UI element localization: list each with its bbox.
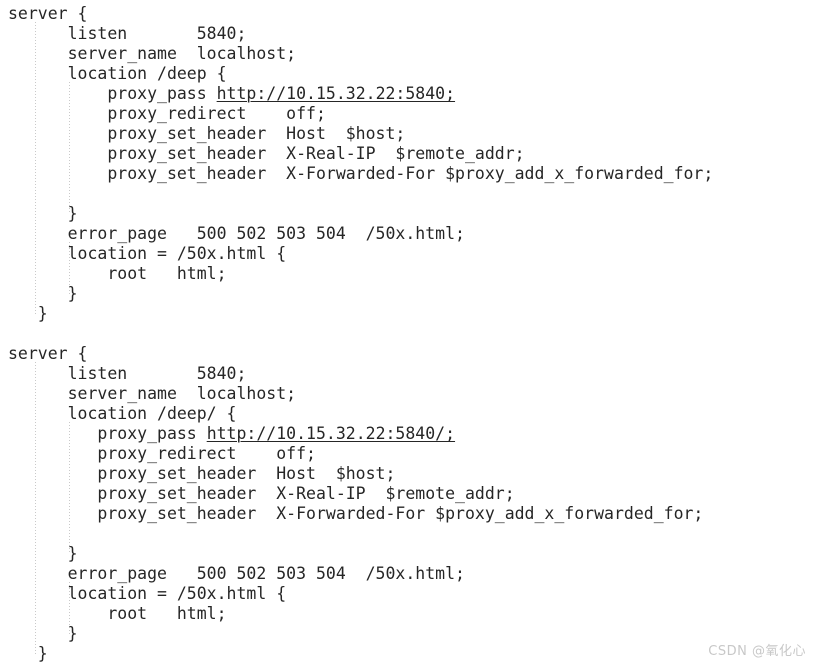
code-line: error_page 500 502 503 504 /50x.html;: [8, 564, 465, 583]
code-line: }: [8, 284, 78, 303]
code-line: proxy_set_header X-Forwarded-For $proxy_…: [8, 504, 704, 523]
csdn-watermark: CSDN @氧化心: [708, 644, 806, 659]
code-line: server {: [8, 4, 88, 23]
code-text: proxy_pass: [8, 84, 217, 103]
screenshot-root: server { listen 5840; server_name localh…: [0, 0, 816, 669]
code-block[interactable]: server { listen 5840; server_name localh…: [0, 0, 816, 669]
code-line: }: [8, 644, 48, 663]
code-line: proxy_set_header X-Real-IP $remote_addr;: [8, 144, 525, 163]
code-line: proxy_redirect off;: [8, 104, 326, 123]
code-line: proxy_pass http://10.15.32.22:5840/;: [8, 424, 816, 444]
code-line: proxy_set_header Host $host;: [8, 124, 406, 143]
code-line: root html;: [8, 264, 227, 283]
code-line: }: [8, 204, 78, 223]
code-line: proxy_set_header X-Real-IP $remote_addr;: [8, 484, 515, 503]
code-text: proxy_pass: [8, 424, 207, 443]
code-line: proxy_set_header Host $host;: [8, 464, 396, 483]
code-line: server_name localhost;: [8, 44, 297, 63]
code-line: listen 5840;: [8, 364, 247, 383]
code-line: listen 5840;: [8, 24, 247, 43]
code-line: root html;: [8, 604, 227, 623]
code-line: }: [8, 624, 78, 643]
code-line: location /deep {: [8, 64, 227, 83]
code-line: location = /50x.html {: [8, 244, 287, 263]
code-line: proxy_redirect off;: [8, 444, 316, 463]
code-line: error_page 500 502 503 504 /50x.html;: [8, 224, 465, 243]
code-line: location = /50x.html {: [8, 584, 287, 603]
code-line: proxy_pass http://10.15.32.22:5840;: [8, 84, 816, 104]
code-line: }: [8, 304, 48, 323]
proxy-pass-url-link[interactable]: http://10.15.32.22:5840;: [217, 84, 455, 103]
code-line: server_name localhost;: [8, 384, 297, 403]
code-line: location /deep/ {: [8, 404, 237, 423]
proxy-pass-url-link[interactable]: http://10.15.32.22:5840/;: [207, 424, 455, 443]
code-line: }: [8, 544, 78, 563]
code-line: server {: [8, 344, 88, 363]
code-line: proxy_set_header X-Forwarded-For $proxy_…: [8, 164, 714, 183]
